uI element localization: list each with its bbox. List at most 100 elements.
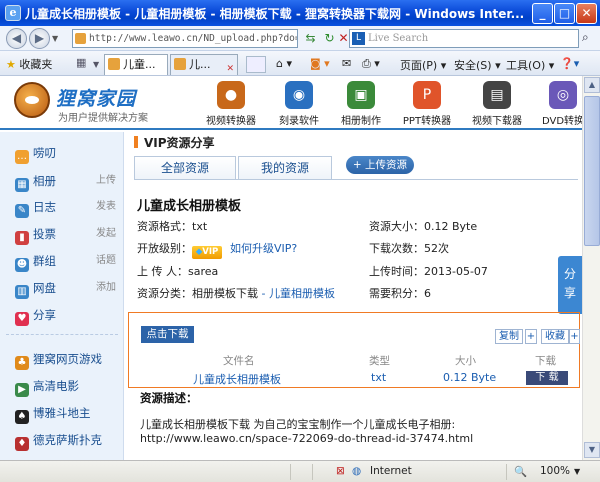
sidebar-item-group[interactable]: ☻ 群组 话题 — [15, 252, 120, 272]
address-bar: ◀ ▶ ▼ http://www.leawo.cn/ND_upload.php?… — [0, 26, 600, 51]
search-icon[interactable]: ⌕ — [582, 30, 589, 45]
topic-link[interactable]: 话题 — [96, 252, 116, 270]
close-button[interactable]: ✕ — [576, 3, 597, 24]
add-link[interactable]: 添加 — [96, 279, 116, 297]
upgrade-vip-link[interactable]: 如何升级VIP? — [230, 242, 297, 255]
upload-resource-button[interactable]: + 上传资源 — [346, 156, 414, 174]
album-icon: ▦ — [15, 178, 29, 192]
compatibility-icon[interactable]: ⇆ — [302, 30, 319, 47]
tab-list-dropdown-icon[interactable]: ▼ — [93, 60, 99, 69]
poker-icon: ♦ — [15, 437, 29, 451]
safety-menu[interactable]: 安全(S) ▾ — [454, 57, 501, 73]
nav-label: 视频转换器 — [206, 116, 256, 127]
command-toolbar: ★ 收藏夹 ▦ ▼ 儿童... 儿... ✕ ⌂ ▾ ◙ ▾ ✉ ⎙ ▾ 页面(… — [0, 51, 600, 76]
vertical-scrollbar[interactable]: ▲ ▼ — [582, 76, 600, 460]
live-search-icon: L — [352, 32, 365, 45]
status-divider — [506, 464, 507, 480]
category-row: 资源分类：相册模板下载 - 儿童相册模板 — [137, 285, 335, 301]
zoom-level[interactable]: 100% — [540, 465, 570, 477]
scroll-down-icon[interactable]: ▼ — [584, 442, 600, 458]
sidebar-item-label: 投票 — [33, 227, 56, 241]
quick-tabs-icon[interactable]: ▦ — [76, 56, 86, 69]
sidebar-item-blog[interactable]: ✎ 日志 发表 — [15, 198, 120, 218]
disc-burn-icon: ◉ — [285, 81, 313, 109]
vip-badge-text: VIP — [202, 247, 219, 257]
download-file-button[interactable]: 下 载 — [526, 371, 568, 385]
tab-1[interactable]: 儿童... — [104, 54, 168, 75]
home-icon[interactable]: ⌂ ▾ — [276, 57, 292, 70]
nav-label: 刻录软件 — [279, 116, 319, 127]
upload-link[interactable]: 上传 — [96, 172, 116, 190]
vip-badge: ◆VIP — [192, 246, 222, 259]
description-title: 资源描述： — [140, 391, 198, 405]
sidebar-item-vote[interactable]: ▮ 投票 发起 — [15, 225, 120, 245]
sidebar-item-share[interactable]: ♥ 分享 — [15, 306, 120, 326]
publish-link[interactable]: 发表 — [96, 198, 116, 216]
category-link[interactable]: - 儿童相册模板 — [262, 287, 335, 300]
favorites-button[interactable]: ★ 收藏夹 — [6, 56, 52, 72]
zoom-dropdown-icon[interactable]: ▼ — [574, 467, 580, 476]
nav-dvd-converter[interactable]: ◎ DVD转换 — [532, 81, 582, 127]
new-tab-button[interactable] — [246, 56, 266, 73]
click-download-button[interactable]: 点击下载 — [141, 326, 194, 343]
tab-my-resources[interactable]: 我的资源 — [238, 156, 332, 180]
history-dropdown-icon[interactable]: ▼ — [52, 34, 58, 43]
zoom-icon[interactable]: 🔍 — [514, 465, 527, 478]
raccoon-logo-icon[interactable] — [14, 82, 50, 118]
sidebar-item-texas-poker[interactable]: ♦ 德克萨斯扑克 — [15, 431, 120, 451]
ppt-icon: P — [413, 81, 441, 109]
tab-1-label: 儿童... — [123, 58, 156, 71]
tab-2[interactable]: 儿... ✕ — [170, 54, 238, 75]
sidebar-item-netdisk[interactable]: ▥ 网盘 添加 — [15, 279, 120, 299]
downloads-value: 52次 — [424, 242, 449, 255]
help-icon[interactable]: ❓▾ — [560, 57, 579, 70]
tab-all-resources[interactable]: 全部资源 — [134, 156, 236, 180]
status-divider — [290, 464, 291, 480]
nav-burning-software[interactable]: ◉ 刻录软件 — [268, 81, 330, 127]
sidebar-item-album[interactable]: ▦ 相册 上传 — [15, 172, 120, 192]
sidebar-item-hd-movies[interactable]: ▶ 高清电影 — [15, 377, 120, 397]
tools-menu[interactable]: 工具(O) ▾ — [506, 57, 554, 73]
vote-chart-icon: ▮ — [15, 231, 29, 245]
sidebar-item-chatter[interactable]: … 唠叨 — [15, 144, 120, 164]
file-name-link[interactable]: 儿童成长相册模板 — [193, 371, 281, 387]
nav-ppt-converter[interactable]: P PPT转换器 — [396, 81, 458, 127]
page-menu[interactable]: 页面(P) ▾ — [400, 57, 446, 73]
favorite-button[interactable]: 收藏 — [541, 329, 569, 344]
site-logo[interactable]: 狸窝家园 — [56, 84, 136, 111]
ie-icon: e — [5, 5, 21, 21]
description-link[interactable]: http://www.leawo.cn/space-722069-do-thre… — [140, 432, 473, 445]
copy-button[interactable]: 复制 — [495, 329, 523, 344]
sidebar-item-web-games[interactable]: ♣ 狸窝网页游戏 — [15, 350, 120, 370]
scroll-thumb[interactable] — [584, 96, 600, 246]
url-input[interactable]: http://www.leawo.cn/ND_upload.php?do=i — [72, 29, 298, 48]
mail-icon[interactable]: ✉ — [342, 57, 351, 70]
print-icon[interactable]: ⎙ ▾ — [362, 57, 380, 71]
points-value: 6 — [424, 287, 431, 300]
globe-icon: ◍ — [352, 465, 362, 477]
start-vote-link[interactable]: 发起 — [96, 225, 116, 243]
nav-label: DVD转换 — [541, 116, 582, 127]
forward-button[interactable]: ▶ — [29, 28, 50, 49]
minimize-button[interactable]: _ — [532, 3, 553, 24]
col-filename: 文件名 — [223, 355, 255, 367]
group-icon: ☻ — [15, 258, 29, 272]
resource-title: 儿童成长相册模板 — [137, 199, 242, 214]
cards-icon: ♠ — [15, 410, 29, 424]
sidebar-item-landlord-game[interactable]: ♠ 博雅斗地主 — [15, 404, 120, 424]
feeds-icon[interactable]: ◙ ▾ — [310, 57, 330, 70]
blog-icon: ✎ — [15, 204, 29, 218]
share-side-tab[interactable]: 分享 — [558, 256, 582, 314]
col-download: 下载 — [535, 355, 556, 367]
format-label: 资源格式： — [137, 220, 192, 233]
nav-video-downloader[interactable]: ▤ 视频下载器 — [466, 81, 528, 127]
maximize-button[interactable]: □ — [554, 3, 575, 24]
scroll-up-icon[interactable]: ▲ — [584, 77, 600, 93]
copy-plus-button[interactable]: + — [525, 329, 537, 344]
back-button[interactable]: ◀ — [6, 28, 27, 49]
nav-video-converter[interactable]: ● 视频转换器 — [200, 81, 262, 127]
favorite-plus-button[interactable]: + — [569, 329, 580, 344]
nav-album-maker[interactable]: ▣ 相册制作 — [330, 81, 392, 127]
search-input[interactable]: L Live Search — [349, 29, 579, 48]
status-divider — [312, 464, 313, 480]
